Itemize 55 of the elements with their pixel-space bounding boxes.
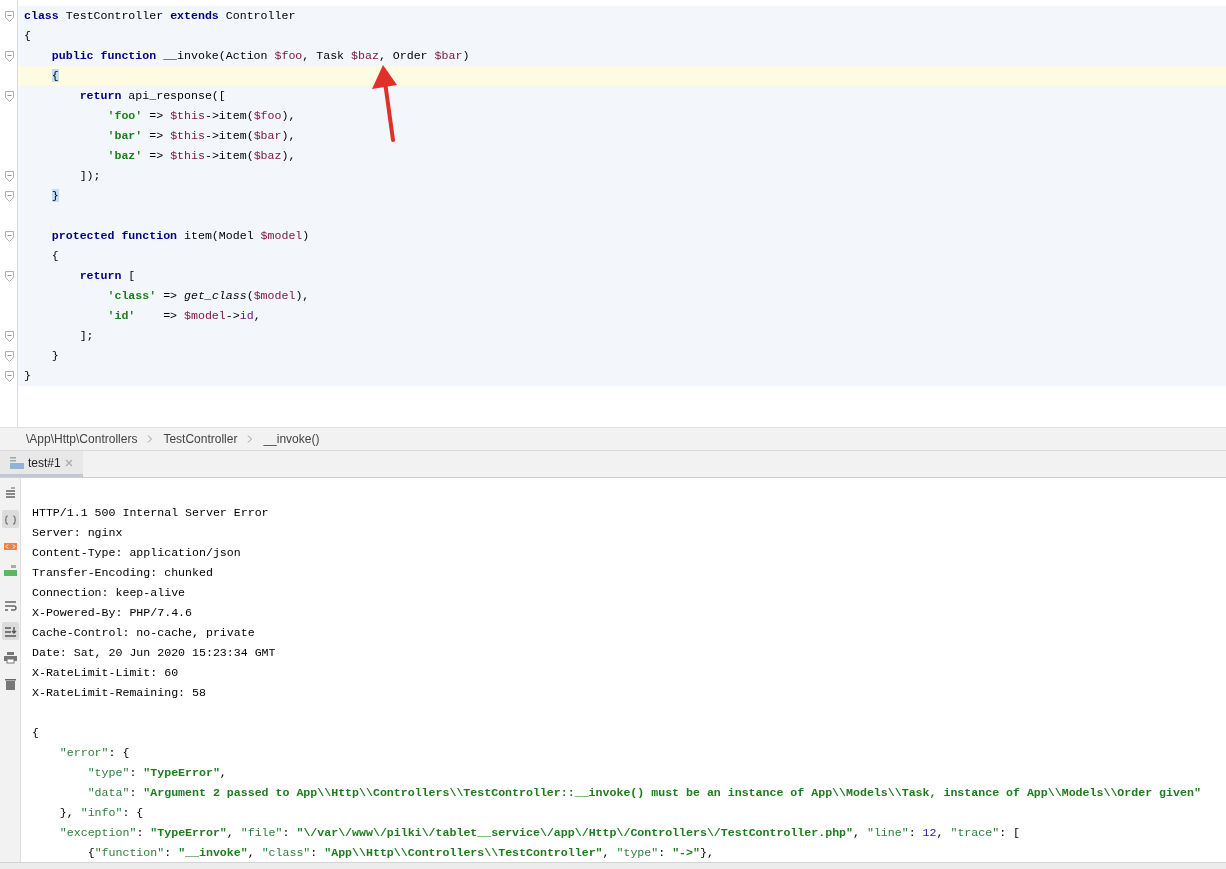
- chevron-icon: [147, 435, 154, 443]
- fold-icon[interactable]: [4, 170, 14, 182]
- code-line: 'id' => $model->id,: [106, 308, 261, 324]
- api-icon: [10, 456, 24, 469]
- close-icon[interactable]: [64, 458, 73, 467]
- code-line: {: [23, 28, 31, 44]
- fold-icon[interactable]: [4, 330, 14, 342]
- code-line: 'class' => get_class($model),: [106, 288, 310, 304]
- fold-icon[interactable]: [4, 270, 14, 282]
- toolbar-button[interactable]: [1, 510, 19, 528]
- breadcrumb-item[interactable]: TestController: [163, 432, 238, 446]
- output-line: "error": {: [58, 745, 131, 761]
- output-line: Connection: keep-alive: [32, 585, 187, 601]
- fold-icon[interactable]: [4, 50, 14, 62]
- code-line: 'foo' => $this->item($foo),: [106, 108, 296, 124]
- output-line: X-RateLimit-Remaining: 58: [32, 685, 207, 701]
- code-line: return [: [78, 268, 136, 284]
- code-line: 'bar' => $this->item($bar),: [106, 128, 296, 144]
- fold-icon[interactable]: [4, 10, 14, 22]
- output-line: X-RateLimit-Limit: 60: [32, 665, 180, 681]
- code-line: }: [50, 348, 59, 364]
- breadcrumb-item[interactable]: __invoke(): [263, 432, 320, 446]
- code-line: ];: [78, 328, 94, 344]
- output-line: "data": "Argument 2 passed to App\\Http\\Controllers\\TestController::__invoke() must be an instance of App\\Models\\Task, instance of App\\Models\\Order given": [86, 785, 1202, 801]
- fold-icon[interactable]: [4, 370, 14, 382]
- output-line: }, "info": {: [58, 805, 145, 821]
- chevron-icon: [247, 435, 254, 443]
- output-line: HTTP/1.1 500 Internal Server Error: [32, 505, 270, 521]
- fold-icon[interactable]: [4, 230, 14, 242]
- output-line: {: [32, 725, 40, 741]
- output-line: Server: nginx: [32, 525, 124, 541]
- output-line: "type": "TypeError",: [86, 765, 228, 781]
- output-line: X-Powered-By: PHP/7.4.6: [32, 605, 194, 621]
- code-line: }: [23, 368, 31, 384]
- code-line: return api_response([: [78, 88, 226, 104]
- toolbar-button[interactable]: [1, 622, 19, 640]
- html-icon: [2, 563, 18, 579]
- output-line: "exception": "TypeError", "file": "\/var\/www\/pilki\/tablet__service\/app\/Http\/Controllers\/TestController.php", "line": 12, "trace": [: [58, 825, 1022, 841]
- fold-icon[interactable]: [4, 90, 14, 102]
- code-line: public function __invoke(Action $foo, Task $baz, Order $bar): [50, 48, 470, 64]
- code-line: protected function item(Model $model): [50, 228, 310, 244]
- output-line: Date: Sat, 20 Jun 2020 15:23:34 GMT: [32, 645, 277, 661]
- printer-icon: [2, 649, 18, 665]
- tool-tab[interactable]: test#1: [0, 451, 83, 477]
- output-line: {"function": "__invoke", "class": "App\\Http\\Controllers\\TestController", "type": "->"},: [86, 845, 715, 861]
- fold-icon[interactable]: [4, 350, 14, 362]
- breadcrumb-item[interactable]: \App\Http\Controllers: [26, 432, 138, 446]
- fold-icon[interactable]: [4, 190, 14, 202]
- output-line: Content-Type: application/json: [32, 545, 242, 561]
- code-line: class TestController extends Controller: [23, 8, 296, 24]
- code-line: 'baz' => $this->item($baz),: [106, 148, 296, 164]
- code-line: {: [50, 248, 59, 264]
- code-line: ]);: [78, 168, 101, 184]
- output-line: Cache-Control: no-cache, private: [32, 625, 256, 641]
- output-line: Transfer-Encoding: chunked: [32, 565, 214, 581]
